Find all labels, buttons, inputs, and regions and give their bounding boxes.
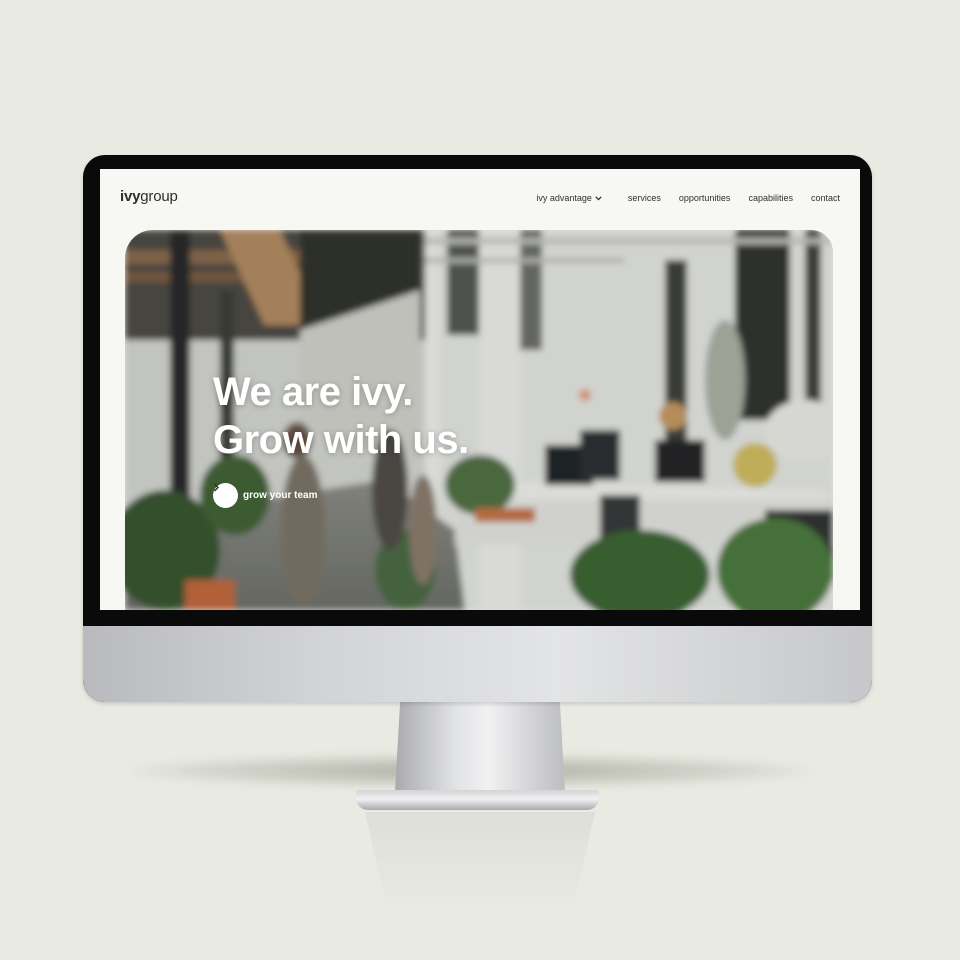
monitor-stand-foot bbox=[356, 790, 599, 810]
hero-headline-line-1: We are ivy. bbox=[213, 370, 413, 414]
monitor-stand-neck bbox=[395, 702, 565, 792]
nav-item-label: ivy advantage bbox=[536, 193, 592, 203]
monitor-chin bbox=[83, 626, 872, 702]
hero-headline: We are ivy. Grow with us. bbox=[213, 368, 469, 464]
hero-section: We are ivy. Grow with us. grow your team bbox=[125, 230, 833, 610]
nav-item-capabilities[interactable]: capabilities bbox=[748, 193, 793, 203]
hero-headline-line-2: Grow with us. bbox=[213, 418, 469, 462]
logo-light: group bbox=[140, 188, 178, 205]
chevron-down-icon bbox=[595, 195, 602, 200]
grow-your-team-button[interactable]: grow your team bbox=[213, 483, 317, 508]
main-nav: ivy advantage services opportunities cap… bbox=[536, 193, 840, 203]
website-screen: ivygroup ivy advantage services opportun… bbox=[100, 169, 860, 610]
nav-item-opportunities[interactable]: opportunities bbox=[679, 193, 731, 203]
logo-bold: ivy bbox=[120, 188, 141, 205]
stand-reflection bbox=[365, 812, 595, 912]
logo[interactable]: ivygroup bbox=[120, 188, 178, 205]
nav-item-ivy-advantage[interactable]: ivy advantage bbox=[536, 193, 602, 203]
nav-item-contact[interactable]: contact bbox=[811, 193, 840, 203]
monitor: ivygroup ivy advantage services opportun… bbox=[83, 155, 872, 702]
nav-item-services[interactable]: services bbox=[628, 193, 661, 203]
chevron-right-icon bbox=[213, 483, 238, 508]
cta-label: grow your team bbox=[243, 490, 318, 501]
